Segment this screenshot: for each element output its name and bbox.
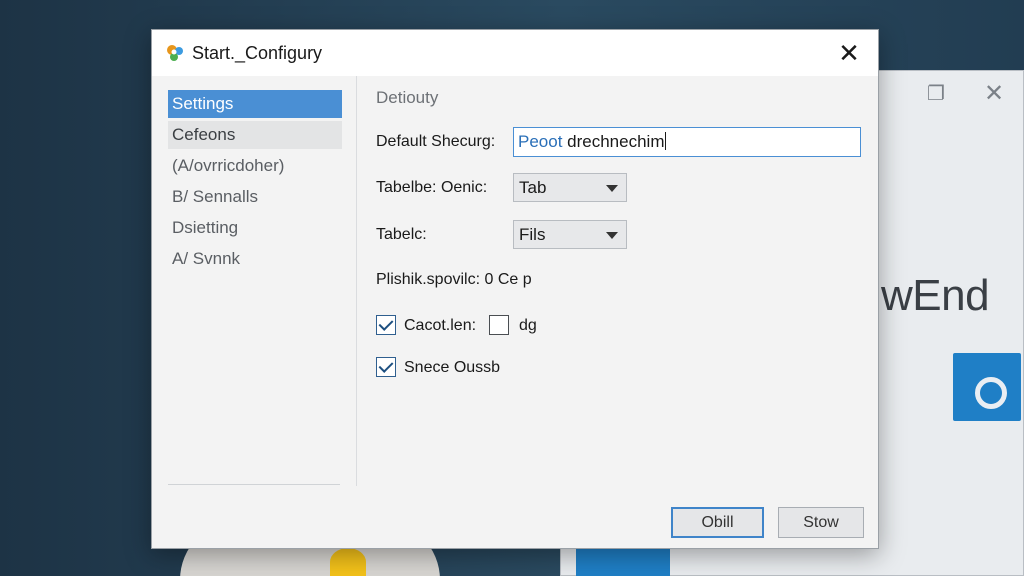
nav-item-cefeons[interactable]: Cefeons	[168, 121, 342, 149]
default-text-input[interactable]: Peoot drechnechim	[513, 127, 861, 157]
close-icon[interactable]: ✕	[979, 81, 1009, 107]
secondary-button[interactable]: Stow	[778, 507, 864, 538]
maximize-icon[interactable]: ❐	[921, 81, 951, 107]
select1-label: Tabelbe: Oenic:	[376, 179, 488, 196]
settings-nav: Settings Cefeons (A/ovrricdoher) B/ Senn…	[168, 90, 342, 490]
checkbox-dg[interactable]	[489, 315, 509, 335]
checkbox-cacot[interactable]	[376, 315, 396, 335]
nav-separator	[168, 484, 340, 485]
dialog-title: Start._Configury	[192, 43, 323, 63]
files-dropdown-value: Fils	[519, 225, 546, 244]
nav-item-ovrricdoher[interactable]: (A/ovrricdoher)	[168, 152, 342, 180]
checkbox-dg-label: dg	[519, 317, 537, 334]
background-yellow-shape	[330, 548, 366, 576]
files-dropdown[interactable]: Fils	[513, 220, 627, 249]
app-badge-icon	[953, 353, 1021, 421]
gear-app-icon	[164, 42, 186, 64]
info-line: Plishik.spovilc: 0 Ce p	[376, 271, 532, 288]
chevron-down-icon	[606, 232, 618, 239]
nav-item-settings[interactable]: Settings	[168, 90, 342, 118]
tab-dropdown[interactable]: Tab	[513, 173, 627, 202]
pane-divider	[356, 76, 357, 486]
select2-label: Tabelc:	[376, 226, 427, 243]
text-caret	[664, 132, 666, 150]
tab-dropdown-value: Tab	[519, 178, 547, 197]
checkbox-cacot-label: Cacot.len:	[404, 317, 477, 334]
nav-item-sennalls[interactable]: B/ Sennalls	[168, 183, 342, 211]
input-text: drechnechim	[562, 132, 665, 151]
background-window-text: wEnd	[881, 271, 990, 320]
checkbox-snece[interactable]	[376, 357, 396, 377]
close-icon[interactable]: ✕	[834, 38, 864, 68]
input-highlighted-text: Peoot	[518, 132, 563, 151]
nav-item-dsietting[interactable]: Dsietting	[168, 214, 342, 242]
chevron-down-icon	[606, 185, 618, 192]
primary-button[interactable]: Obill	[671, 507, 764, 538]
configuration-dialog: Start._Configury ✕ Settings Cefeons (A/o…	[151, 29, 879, 549]
default-field-label: Default Shecurg:	[376, 133, 496, 150]
nav-item-svnnk[interactable]: A/ Svnnk	[168, 245, 342, 273]
section-title: Detiouty	[376, 88, 439, 107]
dialog-titlebar: Start._Configury ✕	[152, 30, 878, 76]
checkbox-snece-label: Snece Oussb	[404, 359, 501, 376]
